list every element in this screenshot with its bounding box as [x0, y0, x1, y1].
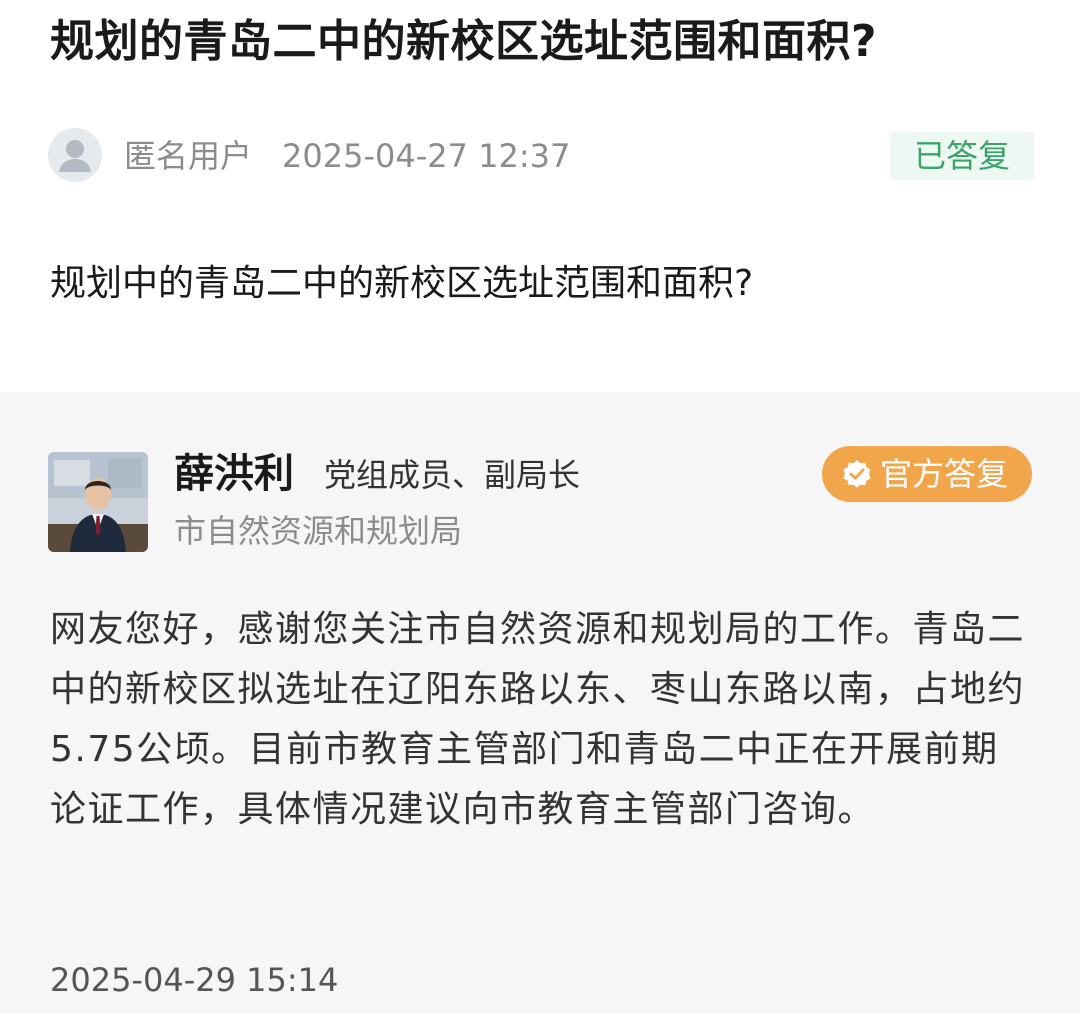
answer-body: 网友您好，感谢您关注市自然资源和规划局的工作。青岛二中的新校区拟选址在辽阳东路以…	[50, 609, 1026, 830]
answer-section: 薛洪利 党组成员、副局长 市自然资源和规划局 官方答复 网友您好，感谢您关注市自…	[0, 392, 1080, 1013]
official-reply-badge: 官方答复	[821, 446, 1032, 502]
asked-time: 2025-04-27 12:37	[282, 137, 571, 175]
verified-check-icon	[842, 459, 872, 489]
asker-name: 匿名用户	[124, 137, 253, 175]
question-body: 规划中的青岛二中的新校区选址范围和面积?	[50, 263, 754, 304]
status-badge: 已答复	[889, 132, 1034, 180]
official-photo	[48, 452, 148, 552]
qa-page: 规划的青岛二中的新校区选址范围和面积? 匿名用户 2025-04-27 12:3…	[0, 0, 1080, 1013]
question-title: 规划的青岛二中的新校区选址范围和面积?	[50, 16, 878, 67]
official-title: 党组成员、副局长	[324, 456, 581, 494]
official-name: 薛洪利	[174, 451, 294, 497]
user-avatar-icon	[48, 128, 102, 182]
asker-info: 匿名用户 2025-04-27 12:37 已答复	[48, 128, 1034, 184]
official-department: 市自然资源和规划局	[174, 512, 463, 550]
answered-time: 2025-04-29 15:14	[50, 961, 339, 999]
question-section: 规划的青岛二中的新校区选址范围和面积? 匿名用户 2025-04-27 12:3…	[0, 0, 1080, 392]
official-reply-label: 官方答复	[879, 455, 1008, 493]
